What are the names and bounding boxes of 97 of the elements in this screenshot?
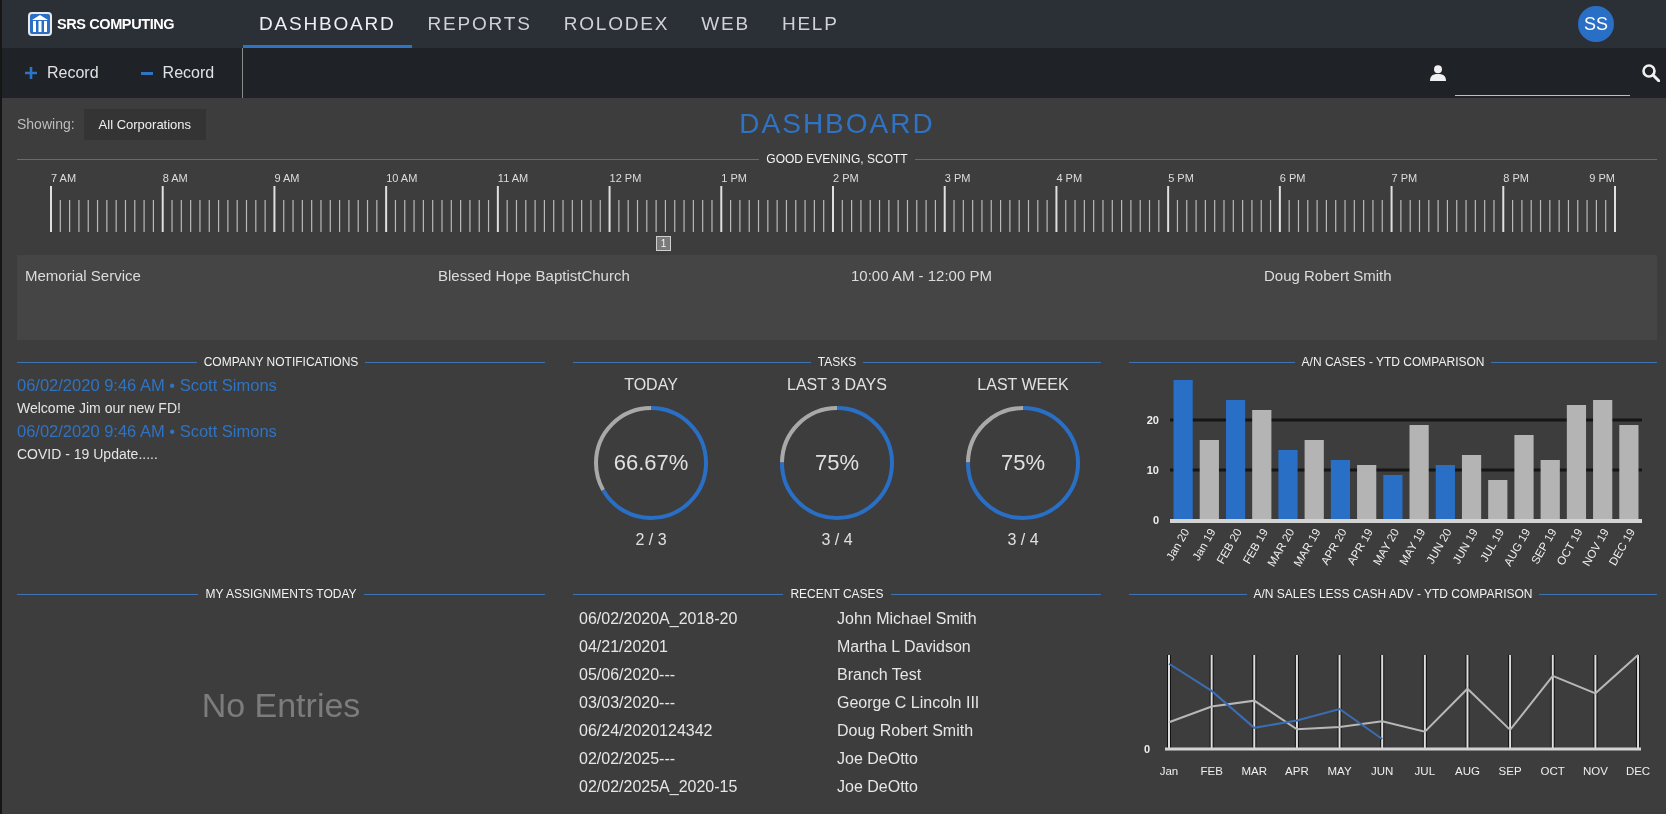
percent-value: 75% — [815, 450, 859, 476]
month-label: MAY — [1327, 765, 1352, 777]
nav-tab[interactable]: ROLODEX — [547, 0, 686, 48]
task-count: 3 / 4 — [1007, 530, 1039, 550]
hour-label: 7 AM — [51, 172, 77, 184]
hour-label: 12 PM — [609, 172, 642, 184]
month-label: JUN — [1371, 765, 1394, 777]
nav-tab[interactable]: WEB — [685, 0, 766, 48]
month-label: AUG — [1455, 765, 1480, 777]
percent-value: 66.67% — [613, 450, 689, 476]
filter-button[interactable]: All Corporations — [83, 108, 207, 140]
chart-bar — [1488, 480, 1508, 520]
event-detail: Memorial Service — [25, 267, 141, 284]
gauge-label: TODAY — [624, 375, 678, 395]
section-title: GOOD EVENING, SCOTT — [766, 152, 908, 166]
hour-label: 8 AM — [162, 172, 188, 184]
case-number[interactable]: 02/02/2025A_2020-15 — [579, 778, 738, 796]
case-number[interactable]: 02/02/2025--- — [579, 750, 676, 768]
case-name[interactable]: Joe DeOtto — [837, 750, 918, 768]
case-name[interactable]: Martha L Davidson — [837, 638, 971, 656]
event-detail: Blessed Hope BaptistChurch — [438, 267, 630, 284]
case-name[interactable]: Doug Robert Smith — [837, 722, 974, 740]
gauge-label: LAST WEEK — [977, 375, 1069, 395]
hour-label: 9 AM — [274, 172, 300, 184]
hour-label: 9 PM — [1589, 172, 1615, 184]
month-label: MAR — [1241, 765, 1268, 777]
notification-message: Welcome Jim our new FD! — [17, 399, 181, 418]
chart-bar — [1383, 475, 1403, 520]
section-title: COMPANY NOTIFICATIONS — [203, 355, 359, 369]
section-title: TASKS — [817, 355, 857, 369]
hour-label: 11 AM — [497, 172, 529, 184]
case-name[interactable]: Joe DeOtto — [837, 778, 918, 796]
section-title: MY ASSIGNMENTS TODAY — [205, 587, 357, 601]
logo-text: SRS COMPUTING — [57, 16, 175, 32]
chart-bar — [1330, 460, 1351, 520]
chart-title: A/N SALES LESS CASH ADV - YTD COMPARISON — [1253, 587, 1533, 601]
axis-tick-label: 0 — [1143, 743, 1151, 755]
case-number[interactable]: 06/02/2020A_2018-20 — [579, 610, 738, 628]
notification-meta: 06/02/2020 9:46 AM • Scott Simons — [17, 421, 277, 442]
chart-title: A/N CASES - YTD COMPARISON — [1301, 355, 1485, 369]
month-label: DEC — [1625, 765, 1651, 777]
month-label: Jan — [1159, 765, 1179, 777]
axis-tick-label: 20 — [1146, 414, 1159, 426]
chart-bar — [1278, 450, 1298, 520]
case-number[interactable]: 03/03/2020--- — [579, 694, 676, 712]
axis-tick-label: 10 — [1146, 464, 1159, 476]
case-number[interactable]: 06/24/2020124342 — [579, 722, 713, 740]
hour-label: 5 PM — [1168, 172, 1194, 184]
axis-tick-label: 0 — [1152, 514, 1159, 526]
case-number[interactable]: 05/06/2020--- — [579, 666, 676, 684]
month-label: OCT — [1540, 765, 1565, 777]
case-name[interactable]: Branch Test — [837, 666, 922, 684]
chart-bar — [1435, 465, 1455, 520]
month-label: FEB — [1200, 765, 1223, 777]
plus-icon — [25, 67, 37, 79]
month-label: SEP — [1498, 765, 1522, 777]
event-marker[interactable]: 1 — [656, 236, 672, 251]
task-count: 2 / 3 — [635, 530, 667, 550]
hour-label: 6 PM — [1279, 172, 1306, 184]
event-detail: Doug Robert Smith — [1264, 267, 1392, 284]
category-label: Jan 19 — [1190, 526, 1218, 563]
user-icon — [1430, 65, 1446, 81]
month-label: JUL — [1414, 765, 1436, 777]
case-number[interactable]: 04/21/20201 — [579, 638, 668, 656]
chart-bar — [1461, 455, 1482, 520]
category-label: Jan 20 — [1163, 526, 1192, 563]
hour-label: 10 AM — [386, 172, 418, 184]
section-title: RECENT CASES — [790, 587, 884, 601]
nav-tab[interactable]: HELP — [765, 0, 855, 48]
user-avatar[interactable]: SS — [1578, 6, 1614, 42]
notification-message: COVID - 19 Update..... — [17, 445, 158, 464]
chart-bar — [1357, 465, 1377, 520]
record-button[interactable]: Record — [23, 58, 101, 88]
empty-state-text: No Entries — [201, 686, 361, 725]
notification-meta: 06/02/2020 9:46 AM • Scott Simons — [17, 375, 277, 396]
chart-bar — [1540, 460, 1560, 520]
case-name[interactable]: George C Lincoln III — [837, 694, 980, 712]
search-icon[interactable] — [1642, 64, 1660, 82]
record-button[interactable]: Record — [138, 58, 217, 88]
logo-icon — [28, 12, 52, 36]
month-label: APR — [1285, 765, 1309, 777]
hour-label: 2 PM — [833, 172, 859, 184]
page-title: DASHBOARD — [739, 108, 935, 140]
hour-label: 4 PM — [1056, 172, 1083, 184]
hour-label: 3 PM — [944, 172, 971, 184]
showing-label: Showing: — [17, 116, 75, 132]
hour-label: 8 PM — [1503, 172, 1529, 184]
nav-tab[interactable]: REPORTS — [411, 0, 548, 48]
task-count: 3 / 4 — [821, 530, 853, 550]
minus-icon — [140, 71, 153, 75]
percent-value: 75% — [1001, 450, 1045, 476]
event-detail: 10:00 AM - 12:00 PM — [851, 267, 992, 284]
hour-label: 7 PM — [1391, 172, 1418, 184]
case-name[interactable]: John Michael Smith — [837, 610, 977, 628]
month-label: NOV — [1582, 765, 1608, 777]
gauge-label: LAST 3 DAYS — [787, 375, 887, 395]
hour-label: 1 PM — [721, 172, 747, 184]
